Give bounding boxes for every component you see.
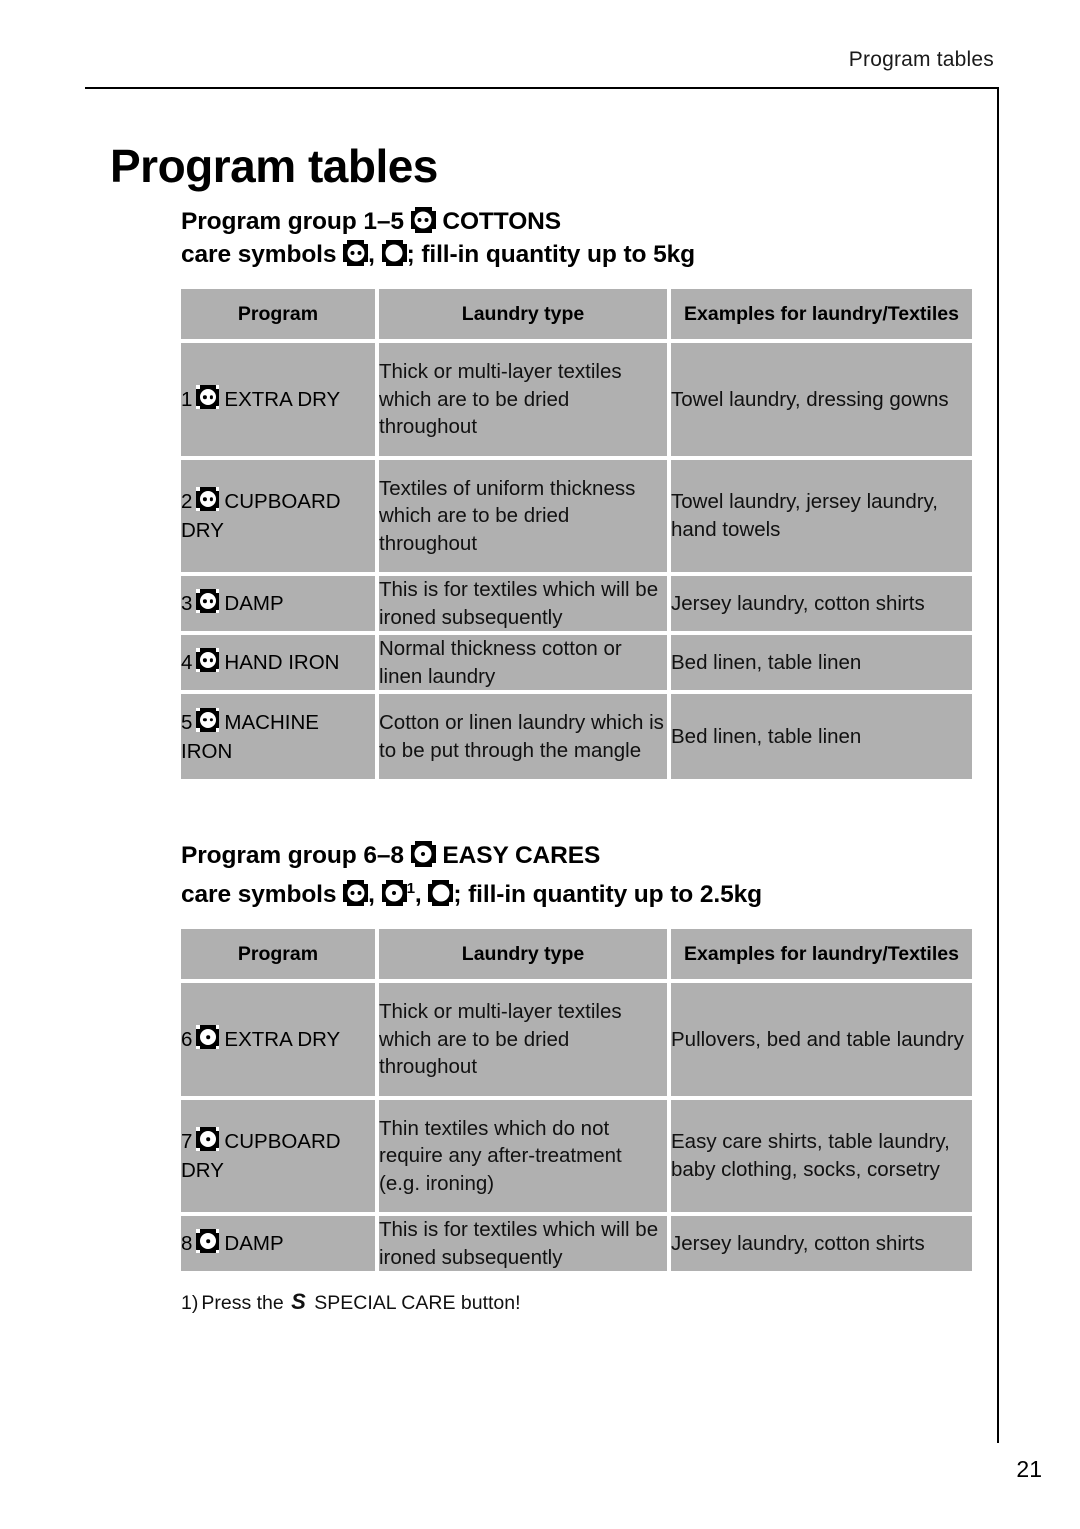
content-column: Program group 1–5 COTTONS care symbols ,… [181, 205, 972, 1316]
program-name: HAND IRON [224, 651, 340, 674]
cell-program: 2 CUPBOARD DRY [181, 459, 375, 572]
program-number: 7 [181, 1129, 193, 1153]
cell-program: 8 DAMP [181, 1216, 375, 1272]
cell-examples: Jersey laundry, cotton shirts [671, 576, 972, 631]
cell-program: 7 CUPBOARD DRY [181, 1099, 375, 1213]
program-number: 8 [181, 1232, 193, 1256]
table-row: 3 DAMP This is for textiles which will be… [181, 576, 972, 631]
heading-separator: , [368, 881, 382, 909]
care-symbol-two-dots-icon [196, 487, 220, 512]
table-row: 1 EXTRA DRY Thick or multi-layer textiles… [181, 343, 972, 456]
cell-laundry-type: Thick or multi-layer textiles which are … [379, 983, 667, 1096]
column-header-laundry-type: Laundry type [379, 929, 667, 980]
footnote-text-before: Press the [201, 1292, 290, 1315]
cell-laundry-type: Cotton or linen laundry which is to be p… [379, 694, 667, 779]
program-number: 2 [181, 489, 193, 513]
footnote: 1) Press the S SPECIAL CARE button! [181, 1289, 968, 1316]
heading-separator: , [368, 241, 382, 268]
cell-laundry-type: Textiles of uniform thickness which are … [379, 459, 667, 572]
program-name: EXTRA DRY [224, 1027, 341, 1051]
section-heading-cottons: Program group 1–5 COTTONS care symbols ,… [181, 205, 968, 271]
program-number: 4 [181, 651, 193, 674]
heading-text-cottons: COTTONS [435, 208, 561, 235]
cell-program: 3 DAMP [181, 576, 375, 631]
care-symbol-two-dots-icon [196, 385, 220, 410]
program-name: EXTRA DRY [224, 387, 341, 411]
table-row: 2 CUPBOARD DRY Textiles of uniform thickn… [181, 459, 972, 572]
cell-examples: Pullovers, bed and table laundry [671, 983, 972, 1096]
program-table-cottons: Program Laundry type Examples for laundr… [177, 285, 976, 783]
care-symbol-no-dot-icon [381, 239, 407, 266]
cell-program: 5 MACHINE IRON [181, 694, 375, 779]
care-symbol-one-dot-icon [381, 880, 407, 907]
column-header-program: Program [181, 929, 375, 980]
care-symbol-one-dot-icon [196, 1127, 220, 1152]
table-header-row: Program Laundry type Examples for laundr… [181, 929, 972, 980]
program-number: 3 [181, 592, 193, 615]
heading-text-group-range: Program group 6–8 [181, 842, 411, 869]
cell-laundry-type: Normal thickness cotton or linen laundry [379, 635, 667, 690]
heading-separator: , [414, 881, 429, 909]
care-symbol-two-dots-icon [196, 589, 220, 614]
footnote-text-after: SPECIAL CARE button! [308, 1292, 521, 1315]
cell-examples: Bed linen, table linen [671, 635, 972, 690]
care-symbol-one-dot-icon [410, 840, 436, 867]
cell-program: 4 HAND IRON [181, 635, 375, 690]
cell-program: 6 EXTRA DRY [181, 983, 375, 1096]
program-name: DAMP [224, 592, 284, 615]
care-symbol-two-dots-icon [343, 239, 369, 266]
cell-laundry-type: Thick or multi-layer textiles which are … [379, 343, 667, 456]
running-header: Program tables [848, 48, 994, 71]
page-rule-right [997, 87, 999, 1443]
column-header-examples: Examples for laundry/Textiles [671, 929, 972, 980]
heading-text-easy-cares: EASY CARES [435, 842, 601, 869]
page-title: Program tables [110, 139, 438, 192]
footnote-reference: 1 [406, 880, 415, 897]
table-row: 6 EXTRA DRY Thick or multi-layer textiles… [181, 983, 972, 1096]
program-number: 5 [181, 710, 193, 734]
column-header-laundry-type: Laundry type [379, 289, 667, 339]
column-header-program: Program [181, 289, 375, 339]
cell-examples: Towel laundry, jersey laundry, hand towe… [671, 459, 972, 572]
cell-program: 1 EXTRA DRY [181, 343, 375, 456]
care-symbol-no-dot-icon [428, 880, 454, 907]
cell-laundry-type: This is for textiles which will be irone… [379, 1216, 667, 1272]
care-symbol-one-dot-icon [196, 1025, 220, 1050]
special-care-button-glyph-icon: S [291, 1289, 306, 1315]
table-row: 7 CUPBOARD DRY Thin textiles which do not… [181, 1099, 972, 1213]
heading-text-fill-quantity: ; fill-in quantity up to 5kg [406, 241, 696, 268]
section-heading-easy-cares: Program group 6–8 EASY CARES care symbol… [181, 839, 968, 911]
page-rule-top [85, 87, 999, 89]
column-header-examples: Examples for laundry/Textiles [671, 289, 972, 339]
heading-text-group-range: Program group 1–5 [181, 208, 411, 235]
table-row: 5 MACHINE IRON Cotton or linen laundry wh… [181, 694, 972, 779]
cell-examples: Easy care shirts, table laundry, baby cl… [671, 1099, 972, 1213]
cell-examples: Bed linen, table linen [671, 694, 972, 779]
heading-text-fill-quantity: ; fill-in quantity up to 2.5kg [453, 881, 763, 909]
care-symbol-two-dots-icon [410, 206, 436, 233]
footnote-marker: 1) [181, 1292, 199, 1315]
cell-laundry-type: Thin textiles which do not require any a… [379, 1099, 667, 1213]
page-number: 21 [1016, 1456, 1042, 1482]
program-name: DAMP [224, 1232, 284, 1256]
cell-examples: Towel laundry, dressing gowns [671, 343, 972, 456]
table-row: 8 DAMP This is for textiles which will be… [181, 1216, 972, 1272]
heading-text-care-symbols: care symbols [181, 881, 344, 909]
table-row: 4 HAND IRON Normal thickness cotton or li… [181, 635, 972, 690]
heading-text-care-symbols: care symbols [181, 241, 344, 268]
care-symbol-one-dot-icon [196, 1229, 220, 1254]
cell-laundry-type: This is for textiles which will be irone… [379, 576, 667, 631]
table-header-row: Program Laundry type Examples for laundr… [181, 289, 972, 339]
care-symbol-two-dots-icon [343, 880, 369, 907]
program-number: 6 [181, 1027, 193, 1051]
cell-examples: Jersey laundry, cotton shirts [671, 1216, 972, 1272]
care-symbol-two-dots-icon [196, 707, 220, 732]
program-number: 1 [181, 387, 193, 411]
care-symbol-two-dots-icon [196, 648, 220, 673]
program-table-easy-cares: Program Laundry type Examples for laundr… [177, 925, 976, 1275]
